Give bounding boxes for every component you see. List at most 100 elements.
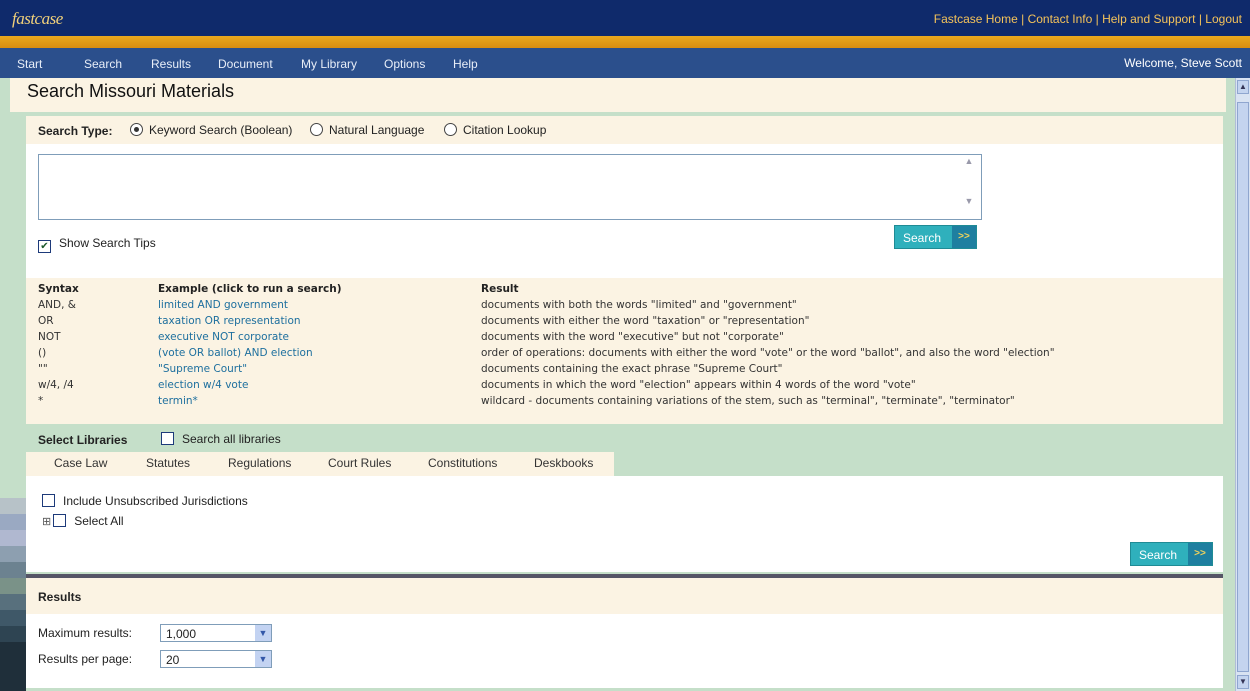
nav-my-library[interactable]: My Library <box>301 57 357 71</box>
nav-results[interactable]: Results <box>151 57 191 71</box>
radio-citation-lookup[interactable]: Citation Lookup <box>444 123 546 137</box>
example-link[interactable]: election w/4 vote <box>158 379 248 391</box>
example-link[interactable]: "Supreme Court" <box>158 363 247 375</box>
tab-constitutions[interactable]: Constitutions <box>400 452 510 476</box>
search-button-label: Search <box>1139 548 1178 562</box>
example-link[interactable]: taxation OR representation <box>158 315 301 327</box>
decor-stripe <box>0 562 26 578</box>
decor-stripe <box>0 578 26 594</box>
result-cell: documents with both the words "limited" … <box>481 299 797 311</box>
tab-label: Case Law <box>54 456 108 470</box>
scroll-down-icon[interactable]: ▼ <box>1237 675 1249 689</box>
syntax-cell: "" <box>38 363 48 375</box>
radio-citation-label: Citation Lookup <box>463 123 547 137</box>
tab-label: Constitutions <box>428 456 498 470</box>
example-link[interactable]: termin* <box>158 395 198 407</box>
nav-document[interactable]: Document <box>218 57 273 71</box>
include-unsubscribed-toggle[interactable]: Include Unsubscribed Jurisdictions <box>42 494 248 508</box>
checkbox-checked-icon[interactable]: ✔ <box>38 240 51 253</box>
double-arrow-icon: >> <box>1188 543 1212 565</box>
radio-natural-language[interactable]: Natural Language <box>310 123 424 137</box>
header-links: Fastcase Home | Contact Info | Help and … <box>933 12 1242 26</box>
syntax-cell: NOT <box>38 331 61 343</box>
select-all-label: Select All <box>74 514 124 528</box>
radio-icon[interactable] <box>444 123 457 136</box>
tab-regulations[interactable]: Regulations <box>208 452 300 476</box>
page-title: Search Missouri Materials <box>27 81 235 101</box>
col-header-example: Example (click to run a search) <box>158 283 342 295</box>
tree-expand-icon[interactable]: ⊞ <box>42 516 51 528</box>
show-tips-toggle[interactable]: ✔ Show Search Tips <box>38 236 156 253</box>
link-fastcase-home[interactable]: Fastcase Home <box>934 12 1018 26</box>
table-row: AND, & limited AND government documents … <box>26 299 1223 313</box>
results-per-page-value: 20 <box>166 653 180 667</box>
results-header: Results <box>26 578 1223 614</box>
radio-keyword-search[interactable]: Keyword Search (Boolean) <box>130 123 292 137</box>
syntax-cell: w/4, /4 <box>38 379 74 391</box>
select-libraries-title: Select Libraries <box>38 433 128 447</box>
max-results-label: Maximum results: <box>38 626 133 640</box>
results-per-page-select[interactable]: 20 ▼ <box>160 650 272 668</box>
checkbox-icon[interactable] <box>53 514 67 527</box>
double-arrow-icon: >> <box>952 226 976 248</box>
nav-options[interactable]: Options <box>384 57 425 71</box>
link-help-support[interactable]: Help and Support <box>1102 12 1195 26</box>
nav-help[interactable]: Help <box>453 57 478 71</box>
search-all-libraries-toggle[interactable]: Search all libraries <box>161 432 281 446</box>
chevron-down-icon[interactable]: ▼ <box>255 625 271 641</box>
checkbox-icon[interactable] <box>42 494 55 507</box>
example-link[interactable]: executive NOT corporate <box>158 331 289 343</box>
decor-stripe <box>0 498 26 514</box>
results-panel: Results Maximum results: 1,000 ▼ Results… <box>26 578 1223 688</box>
library-search-button[interactable]: Search >> <box>1130 542 1213 566</box>
tab-statutes[interactable]: Statutes <box>124 452 208 476</box>
main-nav: Start Search Results Document My Library… <box>0 48 1250 78</box>
syntax-cell: () <box>38 347 47 359</box>
table-row: NOT executive NOT corporate documents wi… <box>26 331 1223 345</box>
welcome-text: Welcome, Steve Scott <box>1124 56 1242 70</box>
scroll-up-icon[interactable]: ▲ <box>1237 80 1249 94</box>
col-header-syntax: Syntax <box>38 283 79 295</box>
example-link[interactable]: (vote OR ballot) AND election <box>158 347 313 359</box>
search-all-label: Search all libraries <box>182 432 281 446</box>
result-cell: wildcard - documents containing variatio… <box>481 395 1015 407</box>
chevron-down-icon[interactable]: ▼ <box>255 651 271 667</box>
syntax-cell: AND, & <box>38 299 76 311</box>
tab-court-rules[interactable]: Court Rules <box>300 452 400 476</box>
page-scrollbar[interactable]: ▲ ▼ <box>1235 78 1250 691</box>
select-libraries-header: Select Libraries Search all libraries <box>26 430 1223 450</box>
example-link[interactable]: limited AND government <box>158 299 288 311</box>
scroll-thumb[interactable] <box>1237 102 1249 672</box>
decor-stripe <box>0 626 26 642</box>
search-type-label: Search Type: <box>38 124 113 138</box>
radio-icon[interactable] <box>310 123 323 136</box>
max-results-select[interactable]: 1,000 ▼ <box>160 624 272 642</box>
radio-selected-icon[interactable] <box>130 123 143 136</box>
syntax-tips-table: Syntax Example (click to run a search) R… <box>26 278 1223 424</box>
accent-stripe <box>0 36 1250 48</box>
fastcase-logo[interactable]: fastcase <box>12 9 63 29</box>
include-unsubscribed-label: Include Unsubscribed Jurisdictions <box>63 494 248 508</box>
decor-stripe <box>0 546 26 562</box>
result-cell: documents with the word "executive" but … <box>481 331 784 343</box>
syntax-cell: * <box>38 395 44 407</box>
nav-start[interactable]: Start <box>17 57 42 71</box>
checkbox-icon[interactable] <box>161 432 174 445</box>
decor-stripe <box>0 610 26 626</box>
search-query-input[interactable] <box>38 154 982 220</box>
tab-case-law[interactable]: Case Law <box>26 452 124 476</box>
link-logout[interactable]: Logout <box>1205 12 1242 26</box>
search-button[interactable]: Search >> <box>894 225 977 249</box>
table-row: OR taxation OR representation documents … <box>26 315 1223 329</box>
max-results-value: 1,000 <box>166 627 197 641</box>
col-header-result: Result <box>481 283 519 295</box>
nav-search[interactable]: Search <box>84 57 122 71</box>
decor-stripe <box>0 514 26 530</box>
textarea-scrollbar[interactable]: ▲ ▼ <box>962 156 976 214</box>
tab-deskbooks[interactable]: Deskbooks <box>510 452 614 476</box>
link-contact-info[interactable]: Contact Info <box>1028 12 1093 26</box>
result-cell: documents in which the word "election" a… <box>481 379 916 391</box>
decor-stripe <box>0 530 26 546</box>
tab-label: Court Rules <box>328 456 392 470</box>
results-per-page-label: Results per page: <box>38 652 133 666</box>
